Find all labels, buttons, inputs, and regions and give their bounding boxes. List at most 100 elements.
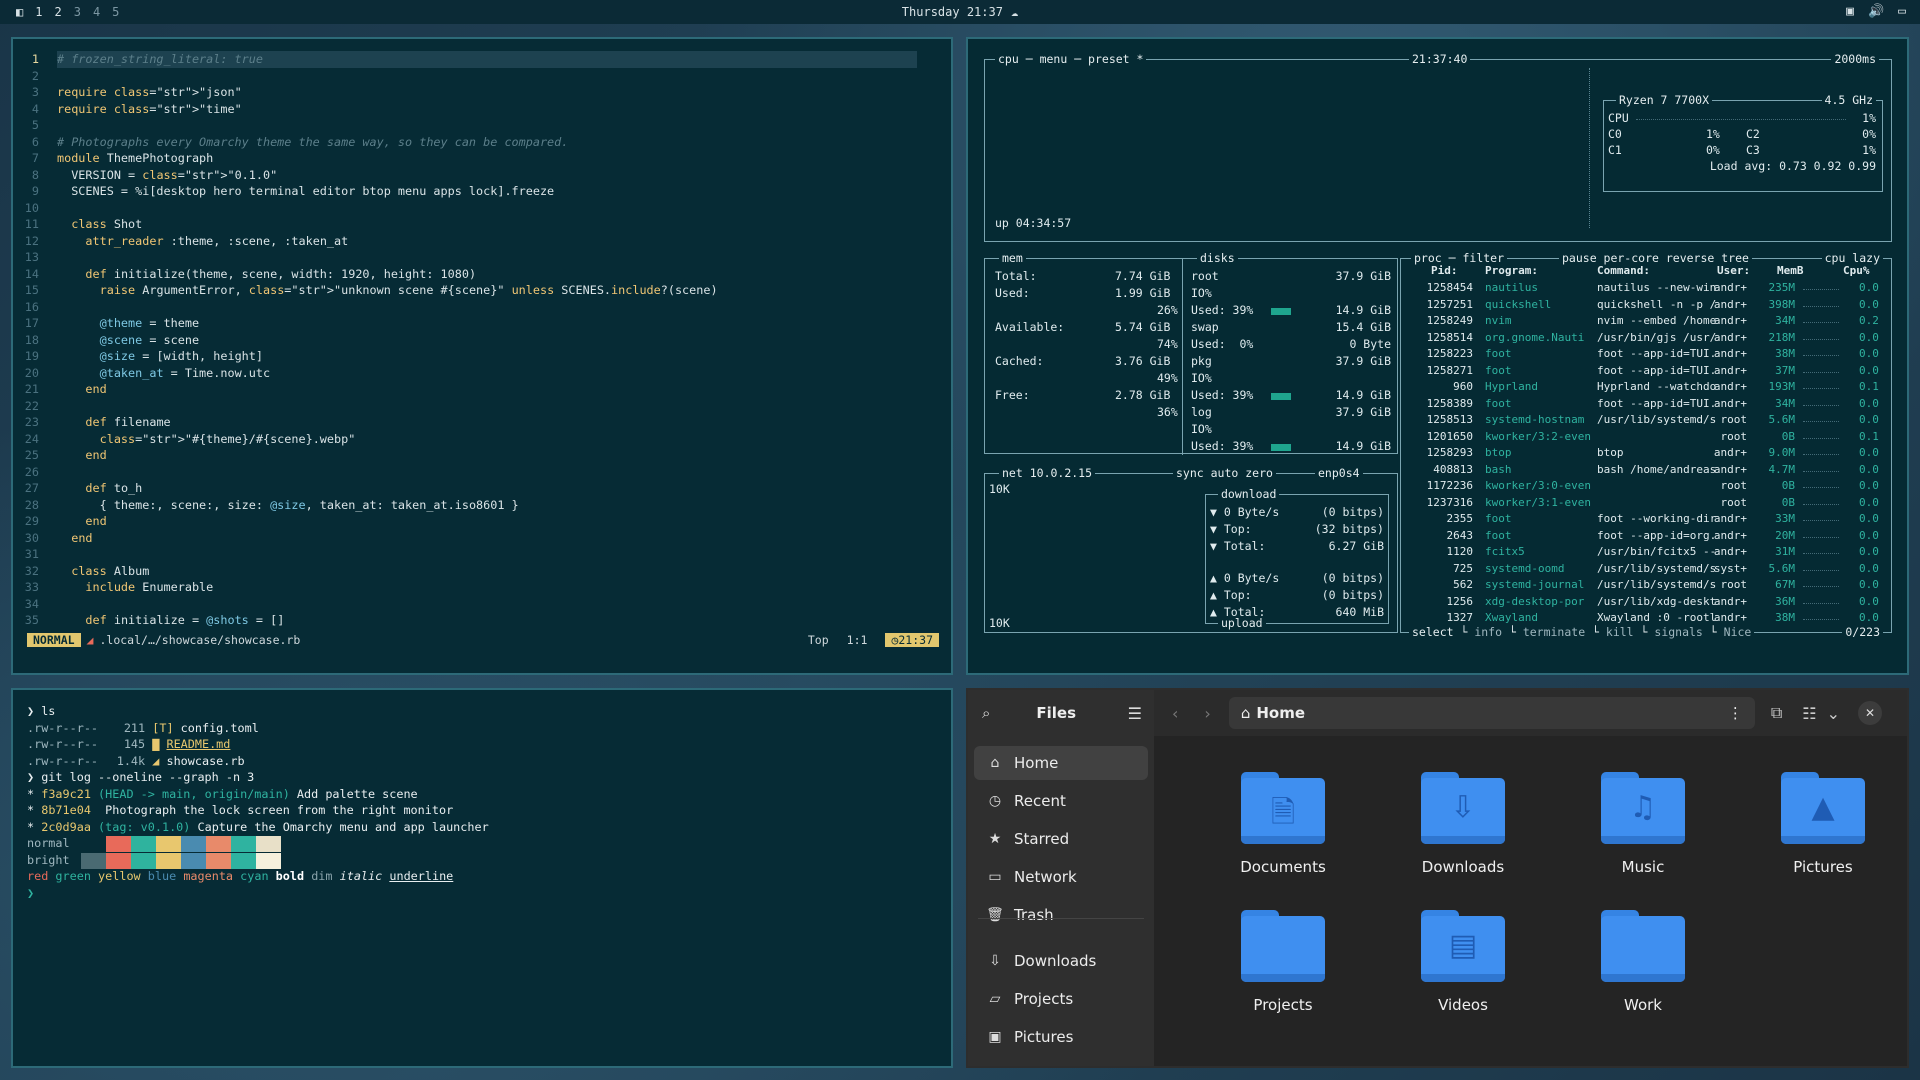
code-line[interactable]: 15 raise ArgumentError, class="str">"unk… — [13, 282, 951, 299]
final-prompt[interactable]: ❯ — [27, 886, 34, 900]
forward-arrow-icon[interactable]: › — [1204, 704, 1210, 723]
proc-row[interactable]: 2643 foot foot --app-id=org. andr+ 20M 0.0 — [1411, 528, 1891, 544]
code-line[interactable]: 2 — [13, 68, 951, 85]
proc-row[interactable]: 1256 xdg-desktop-por/usr/lib/xdg-deskt and… — [1411, 594, 1891, 610]
proc-col-command[interactable]: Command: — [1597, 263, 1650, 280]
code-line[interactable]: 13 — [13, 249, 951, 266]
proc-row[interactable]: 1258389 foot foot --app-id=TUI. andr+ 34M 0.0 — [1411, 396, 1891, 412]
code-line[interactable]: 18 @scene = scene — [13, 332, 951, 349]
location-bar[interactable]: ⌂ Home ⋮ — [1228, 697, 1755, 729]
code-line[interactable]: 19 @size = [width, height] — [13, 348, 951, 365]
preset-tab[interactable]: preset * — [1088, 52, 1143, 66]
proc-row[interactable]: 408813 bash bash /home/andreas andr+ 4.7M 0.0 — [1411, 462, 1891, 478]
file-name[interactable]: showcase.rb — [166, 754, 244, 768]
proc-row[interactable]: 725 systemd-oomd/usr/lib/systemd/s syst+ 5.… — [1411, 561, 1891, 577]
proc-col-program[interactable]: Program: — [1485, 263, 1538, 280]
proc-row[interactable]: 1258513 systemd-hostnam/usr/lib/systemd/s… — [1411, 412, 1891, 428]
code-line[interactable]: 27 def to_h — [13, 480, 951, 497]
sidebar-item-starred[interactable]: ★ Starred — [974, 822, 1148, 856]
net-interface[interactable]: enp0s4 — [1315, 466, 1363, 480]
proc-row[interactable]: 1258293 btop btop andr+ 9.0M 0.0 — [1411, 445, 1891, 461]
proc-row[interactable]: 1120 fcitx5/usr/bin/fcitx5 -- andr+ 31M 0.0 — [1411, 544, 1891, 560]
code-line[interactable]: 21 end — [13, 381, 951, 398]
back-arrow-icon[interactable]: ‹ — [1172, 704, 1178, 723]
code-line[interactable]: 25 end — [13, 447, 951, 464]
proc-col-cpu[interactable]: Cpu% — [1843, 263, 1870, 280]
code-line[interactable]: 1 # frozen_string_literal: true — [13, 51, 951, 68]
proc-col-user[interactable]: User: — [1717, 263, 1750, 280]
code-line[interactable]: 9 SCENES = %i[desktop hero terminal edit… — [13, 183, 951, 200]
code-line[interactable]: 17 @theme = theme — [13, 315, 951, 332]
sidebar-item-trash[interactable]: 🗑 Trash — [974, 898, 1148, 932]
code-line[interactable]: 33 include Enumerable — [13, 579, 951, 596]
select-action[interactable]: select — [1412, 625, 1454, 639]
code-line[interactable]: 28 { theme:, scene:, size: @size, taken_… — [13, 497, 951, 514]
terminal-window[interactable]: ❯ ls .rw-r--r-- 211 [T] config.toml .rw-r-… — [11, 688, 953, 1068]
proc-row[interactable]: 1258223 foot foot --app-id=TUI. andr+ 38M 0.0 — [1411, 346, 1891, 362]
disks-title[interactable]: disks — [1197, 251, 1238, 265]
code-line[interactable]: 7 module ThemePhotograph — [13, 150, 951, 167]
code-line[interactable]: 11 class Shot — [13, 216, 951, 233]
code-line[interactable]: 8 VERSION = class="str">"0.1.0" — [13, 167, 951, 184]
folder-downloads[interactable]: ⇩ Downloads — [1388, 772, 1538, 876]
network-icon[interactable]: ▭ — [1898, 4, 1906, 19]
code-line[interactable]: 16 — [13, 299, 951, 316]
nice-action[interactable]: Nice — [1724, 625, 1752, 639]
sidebar-item-downloads[interactable]: ⇩ Downloads — [974, 944, 1148, 978]
code-line[interactable]: 29 end — [13, 513, 951, 530]
volume-icon[interactable]: 🔊 — [1868, 4, 1884, 19]
code-line[interactable]: 32 class Album — [13, 563, 951, 580]
folder-documents[interactable]: 🗎 Documents — [1208, 772, 1358, 876]
proc-col-mem[interactable]: MemB — [1777, 263, 1804, 280]
proc-row[interactable]: 562 systemd-journal/usr/lib/systemd/s root… — [1411, 577, 1891, 593]
close-icon[interactable]: ✕ — [1858, 701, 1882, 725]
proc-col-pid[interactable]: Pid: — [1431, 263, 1458, 280]
file-name[interactable]: config.toml — [181, 721, 259, 735]
code-line[interactable]: 22 — [13, 398, 951, 415]
code-line[interactable]: 12 attr_reader :theme, :scene, :taken_at — [13, 233, 951, 250]
chevron-down-icon[interactable]: ⌄ — [1827, 704, 1840, 723]
update-interval[interactable]: 2000ms — [1831, 52, 1879, 66]
signals-action[interactable]: signals — [1654, 625, 1702, 639]
folder-work[interactable]: Work — [1568, 910, 1718, 1014]
btop-window[interactable]: cpu ─ menu ─ preset * 21:37:40 2000ms Ry… — [966, 37, 1909, 675]
code-line[interactable]: 26 — [13, 464, 951, 481]
folder-videos[interactable]: ▤ Videos — [1388, 910, 1538, 1014]
code-line[interactable]: 23 def filename — [13, 414, 951, 431]
workspace-1[interactable]: 1 — [35, 5, 42, 19]
info-action[interactable]: info — [1474, 625, 1502, 639]
workspace-4[interactable]: 4 — [93, 5, 100, 19]
proc-row[interactable]: 1258454 nautilus nautilus --new-win andr+ 23… — [1411, 280, 1891, 296]
sidebar-item-pictures[interactable]: ▣ Pictures — [974, 1020, 1148, 1054]
code-line[interactable]: 4 require class="str">"time" — [13, 101, 951, 118]
net-label[interactable]: net — [1002, 466, 1023, 480]
clock[interactable]: Thursday 21:37 — [902, 5, 1003, 19]
mem-title[interactable]: mem — [999, 251, 1026, 265]
cpu-tab[interactable]: cpu — [998, 52, 1019, 66]
files-window[interactable]: ⌕ Files ☰ ‹ › ⌂ Home ⋮ ⧉ ☷ ⌄ ✕ ⌂ Home ◷ Rec… — [966, 688, 1909, 1068]
net-options[interactable]: sync auto zero — [1173, 466, 1276, 480]
file-name[interactable]: README.md — [166, 737, 230, 751]
omarchy-menu-icon[interactable]: ◧ — [16, 5, 23, 19]
sidebar-item-network[interactable]: ▭ Network — [974, 860, 1148, 894]
proc-row[interactable]: 1237316 kworker/3:1-even root 0B 0.0 — [1411, 495, 1891, 511]
code-line[interactable]: 10 — [13, 200, 951, 217]
weather-icon[interactable]: ☁ — [1011, 5, 1018, 19]
proc-row[interactable]: 1258514 org.gnome.Nauti/usr/bin/gjs /usr/… — [1411, 330, 1891, 346]
sidebar-item-recent[interactable]: ◷ Recent — [974, 784, 1148, 818]
workspace-5[interactable]: 5 — [112, 5, 119, 19]
proc-row[interactable]: 1201650 kworker/3:2-even root 0B 0.1 — [1411, 429, 1891, 445]
search-icon[interactable]: ⌕ — [982, 704, 990, 722]
screen-icon[interactable]: ▣ — [1846, 4, 1854, 19]
workspace-2[interactable]: 2 — [54, 5, 61, 19]
proc-row[interactable]: 960 Hyprland Hyprland --watchdo andr+ 193M 0.… — [1411, 379, 1891, 395]
code-line[interactable]: 31 — [13, 546, 951, 563]
folder-music[interactable]: ♫ Music — [1568, 772, 1718, 876]
proc-row[interactable]: 1258271 foot foot --app-id=TUI. andr+ 37M 0.0 — [1411, 363, 1891, 379]
workspace-3[interactable]: 3 — [74, 5, 81, 19]
menu-tab[interactable]: menu — [1040, 52, 1068, 66]
kill-action[interactable]: kill — [1606, 625, 1634, 639]
folder-projects[interactable]: Projects — [1208, 910, 1358, 1014]
code-line[interactable]: 30 end — [13, 530, 951, 547]
code-line[interactable]: 20 @taken_at = Time.now.utc — [13, 365, 951, 382]
